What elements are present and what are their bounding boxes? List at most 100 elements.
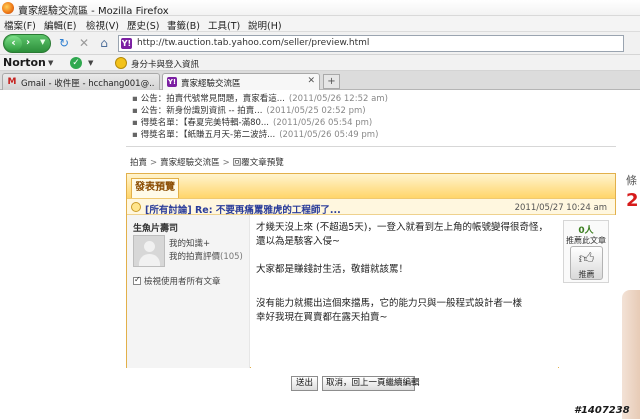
notice-date: (2011/05/25 02:52 pm)	[266, 106, 366, 116]
close-tab-icon[interactable]: ✕	[307, 76, 315, 86]
identity-safe-icon	[115, 57, 127, 69]
avatar[interactable]	[133, 235, 165, 267]
menu-edit[interactable]: 編輯(E)	[44, 18, 76, 32]
breadcrumb: 拍賣 > 賣家經驗交流區 > 回覆文章預覽	[130, 156, 284, 168]
author-knowledge-link[interactable]: 我的知識+	[169, 237, 210, 249]
firefox-logo-icon	[2, 2, 14, 14]
tab-label: Gmail - 收件匣 - hcchang001@...	[21, 79, 155, 89]
divider	[126, 146, 616, 147]
menu-tools[interactable]: 工具(T)	[208, 18, 240, 32]
home-icon[interactable]: ⌂	[97, 36, 111, 50]
norton-logo[interactable]: Norton	[3, 56, 46, 69]
post-paragraph: 幸好我現在買賣都在露天拍賣~	[256, 312, 388, 323]
recommend-label: 推薦此文章	[566, 236, 606, 245]
bullet-icon: ▪	[132, 94, 138, 104]
breadcrumb-separator: >	[150, 158, 158, 168]
avatar-head-shape	[144, 241, 155, 252]
panel-header: 發表預覽	[127, 174, 615, 198]
recommend-box: 0人 推薦此文章 👍︎ 推薦	[563, 220, 609, 283]
view-all-label: 檢視使用者所有文章	[144, 277, 221, 287]
menu-history[interactable]: 歷史(S)	[127, 18, 159, 32]
thumbs-up-icon: 👍︎	[578, 249, 595, 267]
author-rating-count: (105)	[220, 252, 243, 262]
notice-link[interactable]: 公告：新身份識別資訊 -- 拍賣...	[141, 106, 263, 116]
norton-dropdown-icon[interactable]: ▼	[48, 59, 53, 67]
norton-toolbar: Norton ▼ ✓ ▼ 身分卡與登入資訊	[0, 55, 640, 71]
tab-gmail[interactable]: M Gmail - 收件匣 - hcchang001@...	[2, 73, 160, 90]
side-ad-text: 條	[626, 174, 637, 187]
back-forward-group: ‹ › ▼	[3, 34, 51, 53]
panel-title: 發表預覽	[131, 178, 179, 198]
reload-icon[interactable]: ↻	[57, 36, 71, 50]
recommend-button[interactable]: 👍︎ 推薦	[570, 246, 603, 280]
gmail-icon: M	[7, 77, 17, 87]
submit-button[interactable]: 送出	[291, 376, 318, 391]
window-title: 賣家經驗交流區 - Mozilla Firefox	[18, 6, 169, 17]
window-titlebar: 賣家經驗交流區 - Mozilla Firefox	[0, 0, 640, 17]
post-paragraph: 沒有能力就擺出這個來擋馬，它的能力只與一般程式設計者一樣	[256, 298, 523, 309]
post-content: 才幾天沒上來 (不超過5天)，一登入就看到左上角的帳號變得很奇怪，還以為是駭客入…	[251, 215, 558, 368]
notice-date: (2011/05/26 12:52 am)	[288, 94, 388, 104]
yahoo-icon: Y!	[167, 77, 177, 87]
list-item: ▪ 公告：拍賣代號常見問題，賣家看這... (2011/05/26 12:52 am…	[132, 92, 602, 104]
vote-column: 0人 推薦此文章 👍︎ 推薦	[559, 215, 616, 368]
new-tab-button[interactable]: +	[323, 74, 340, 89]
list-item: ▪ 公告：新身份識別資訊 -- 拍賣... (2011/05/25 02:52 pm…	[132, 104, 602, 116]
site-favicon-icon: Y!	[121, 38, 132, 49]
post-paragraph: 大家都是賺錢討生活，敬錯就該罵！	[256, 264, 409, 275]
author-rating-label: 我的拍賣評價	[169, 252, 221, 262]
navigation-toolbar: ‹ › ▼ ↻ ✕ ⌂ Y! http://tw.auction.tab.yah…	[0, 32, 640, 55]
side-ad-number: 2	[626, 190, 639, 211]
side-ad-image	[622, 290, 640, 419]
breadcrumb-separator: >	[222, 158, 230, 168]
bullet-icon: ▪	[132, 106, 138, 116]
identity-safe-label[interactable]: 身分卡與登入資訊	[131, 58, 199, 70]
url-text[interactable]: http://tw.auction.tab.yahoo.com/seller/p…	[137, 38, 369, 48]
menu-view[interactable]: 檢視(V)	[86, 18, 119, 32]
menu-help[interactable]: 說明(H)	[248, 18, 282, 32]
post-subject: [所有討論] Re: 不要再痛罵雅虎的工程師了...	[145, 205, 341, 216]
list-item: ▪ 得獎名單：【春夏完美特輯-滿80... (2011/05/26 05:54 pm…	[132, 116, 602, 128]
cancel-edit-button[interactable]: 取消，回上一頁繼續編輯	[322, 376, 420, 391]
notice-link[interactable]: 得獎名單：【紙賺五月天-第二波詩...	[141, 130, 275, 140]
notice-link[interactable]: 得獎名單：【春夏完美特輯-滿80...	[141, 118, 269, 128]
author-rating-link[interactable]: 我的拍賣評價(105)	[169, 250, 243, 262]
subject-row: [所有討論] Re: 不要再痛罵雅虎的工程師了... 2011/05/27 10…	[127, 198, 615, 216]
menu-bookmarks[interactable]: 書籤(B)	[167, 18, 200, 32]
author-column: 生魚片壽司 我的知識+ 我的拍賣評價(105) 檢視使用者所有文章	[127, 215, 250, 368]
history-dropdown-icon[interactable]: ▼	[40, 38, 45, 46]
notice-date: (2011/05/26 05:54 pm)	[273, 118, 373, 128]
tab-seller-forum[interactable]: Y! 賣家經驗交流區 ✕	[162, 73, 320, 90]
post-preview-panel: 發表預覽 [所有討論] Re: 不要再痛罵雅虎的工程師了... 2011/05/…	[126, 173, 616, 368]
bullet-icon: ▪	[132, 118, 138, 128]
breadcrumb-current: 回覆文章預覽	[232, 158, 284, 168]
side-advertisement[interactable]: 條 2	[618, 90, 640, 419]
stop-icon[interactable]: ✕	[77, 36, 91, 50]
menu-bar: 檔案(F) 編輯(E) 檢視(V) 歷史(S) 書籤(B) 工具(T) 說明(H…	[0, 16, 640, 32]
author-name[interactable]: 生魚片壽司	[133, 221, 178, 234]
list-item: ▪ 得獎名單：【紙賺五月天-第二波詩... (2011/05/26 05:49 pm…	[132, 128, 602, 140]
post-paragraph: 才幾天沒上來 (不超過5天)，一登入就看到左上角的帳號變得很奇怪，還以為是駭客入…	[256, 222, 548, 247]
watermark-text: #1407238	[574, 405, 630, 416]
norton-safe-check-icon[interactable]: ✓	[70, 57, 82, 69]
tab-bar: M Gmail - 收件匣 - hcchang001@... Y! 賣家經驗交流…	[0, 71, 640, 90]
breadcrumb-auction[interactable]: 拍賣	[130, 158, 147, 168]
view-all-posts-link[interactable]: 檢視使用者所有文章	[133, 275, 221, 287]
url-bar[interactable]: Y! http://tw.auction.tab.yahoo.com/selle…	[118, 35, 624, 52]
recommend-button-label: 推薦	[578, 270, 595, 279]
page-content: ▪ 公告：拍賣代號常見問題，賣家看這... (2011/05/26 12:52 am…	[0, 90, 640, 419]
post-status-icon	[131, 202, 141, 212]
bullet-icon: ▪	[132, 130, 138, 140]
checkbox-icon	[133, 275, 141, 285]
tab-label: 賣家經驗交流區	[181, 79, 241, 89]
avatar-body-shape	[139, 254, 160, 266]
notice-date: (2011/05/26 05:49 pm)	[279, 130, 379, 140]
post-date: 2011/05/27 10:24 am	[514, 203, 607, 213]
notice-link[interactable]: 公告：拍賣代號常見問題，賣家看這...	[141, 94, 285, 104]
menu-file[interactable]: 檔案(F)	[4, 18, 36, 32]
notice-list: ▪ 公告：拍賣代號常見問題，賣家看這... (2011/05/26 12:52 am…	[132, 92, 602, 140]
forward-button[interactable]: ›	[26, 37, 30, 48]
breadcrumb-seller-forum[interactable]: 賣家經驗交流區	[160, 158, 220, 168]
norton-check-dropdown-icon[interactable]: ▼	[88, 59, 93, 67]
back-button[interactable]: ‹	[5, 36, 22, 51]
